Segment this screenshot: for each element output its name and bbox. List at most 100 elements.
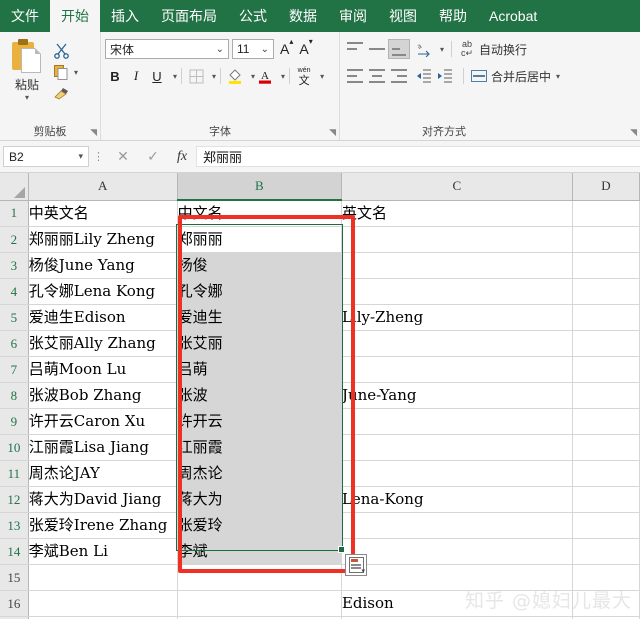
row-header-3[interactable]: 3: [0, 252, 29, 279]
column-header-d[interactable]: D: [572, 173, 640, 201]
cell-D7[interactable]: [572, 356, 640, 383]
phonetic-dropdown-caret-icon[interactable]: ▾: [320, 72, 324, 81]
formula-input[interactable]: 郑丽丽: [196, 146, 640, 167]
cell-C16[interactable]: Edison: [341, 590, 573, 617]
ribbon-tab-8[interactable]: 帮助: [428, 0, 478, 32]
cell-D14[interactable]: [572, 538, 640, 565]
row-header-16[interactable]: 16: [0, 590, 29, 617]
underline-button[interactable]: U: [147, 66, 167, 86]
cell-A17[interactable]: [28, 616, 178, 619]
cell-D6[interactable]: [572, 330, 640, 357]
cell-C6[interactable]: [341, 330, 573, 357]
align-center-button[interactable]: [366, 66, 388, 86]
cell-C9[interactable]: [341, 408, 573, 435]
cell-C17[interactable]: [341, 616, 573, 619]
ribbon-tab-3[interactable]: 页面布局: [150, 0, 228, 32]
formula-bar-grip[interactable]: ⋮: [93, 150, 104, 163]
cell-D15[interactable]: [572, 564, 640, 591]
cell-D5[interactable]: [572, 304, 640, 331]
cell-C8[interactable]: June-Yang: [341, 382, 573, 409]
paste-options-button[interactable]: ▾: [345, 554, 367, 576]
chevron-down-icon[interactable]: ⌄: [216, 44, 224, 55]
paste-button[interactable]: 粘贴 ▾: [4, 37, 50, 102]
cell-A14[interactable]: 李斌Ben Li: [28, 538, 178, 565]
row-header-17[interactable]: 17: [0, 616, 29, 619]
cell-B9[interactable]: 许开云: [177, 408, 342, 435]
cell-B6[interactable]: 张艾丽: [177, 330, 342, 357]
spreadsheet-grid[interactable]: ABCD 1 中英文名 中文名 英文名 2 郑丽丽Lily Zheng 郑丽丽 3 杨俊June…: [0, 173, 640, 619]
cut-button[interactable]: [50, 39, 94, 61]
orientation-dropdown-caret-icon[interactable]: ▾: [440, 45, 444, 54]
cell-D10[interactable]: [572, 434, 640, 461]
font-name-combobox[interactable]: 宋体 ⌄: [105, 39, 229, 59]
cell-B17[interactable]: [177, 616, 342, 619]
cancel-entry-button[interactable]: ✕: [108, 148, 138, 165]
font-dialog-launcher-icon[interactable]: ◥: [329, 127, 336, 138]
cell-A6[interactable]: 张艾丽Ally Zhang: [28, 330, 178, 357]
cell-A8[interactable]: 张波Bob Zhang: [28, 382, 178, 409]
increase-indent-button[interactable]: [435, 66, 455, 86]
cell-B12[interactable]: 蒋大为: [177, 486, 342, 513]
ribbon-tab-1[interactable]: 开始: [50, 0, 100, 32]
confirm-entry-button[interactable]: ✓: [138, 148, 168, 165]
cell-C12[interactable]: Lena-Kong: [341, 486, 573, 513]
cell-B11[interactable]: 周杰论: [177, 460, 342, 487]
ribbon-tab-4[interactable]: 公式: [228, 0, 278, 32]
cell-C7[interactable]: [341, 356, 573, 383]
align-middle-button[interactable]: [366, 39, 388, 59]
row-header-5[interactable]: 5: [0, 304, 29, 331]
cell-A7[interactable]: 吕萌Moon Lu: [28, 356, 178, 383]
column-header-b[interactable]: B: [177, 173, 342, 201]
font-size-combobox[interactable]: 11 ⌄: [232, 39, 274, 59]
ribbon-tab-5[interactable]: 数据: [278, 0, 328, 32]
orientation-button[interactable]: a: [414, 39, 434, 59]
cell-D3[interactable]: [572, 252, 640, 279]
merge-dropdown-caret-icon[interactable]: ▾: [556, 72, 560, 81]
alignment-dialog-launcher-icon[interactable]: ◥: [630, 127, 637, 138]
clipboard-dialog-launcher-icon[interactable]: ◥: [90, 127, 97, 138]
bold-button[interactable]: B: [105, 66, 125, 86]
borders-button[interactable]: [186, 66, 206, 86]
cell-B13[interactable]: 张爱玲: [177, 512, 342, 539]
align-right-button[interactable]: [388, 66, 410, 86]
cell-D13[interactable]: [572, 512, 640, 539]
font-color-button[interactable]: A: [255, 66, 275, 86]
underline-dropdown-caret-icon[interactable]: ▾: [173, 72, 177, 81]
ribbon-tab-6[interactable]: 审阅: [328, 0, 378, 32]
row-header-11[interactable]: 11: [0, 460, 29, 487]
format-painter-button[interactable]: [50, 83, 94, 105]
cell-C5[interactable]: Lily-Zheng: [341, 304, 573, 331]
row-header-9[interactable]: 9: [0, 408, 29, 435]
italic-button[interactable]: I: [126, 66, 146, 86]
cell-A10[interactable]: 江丽霞Lisa Jiang: [28, 434, 178, 461]
align-left-button[interactable]: [344, 66, 366, 86]
paste-dropdown-caret-icon[interactable]: ▾: [25, 94, 29, 102]
cell-D2[interactable]: [572, 226, 640, 253]
row-header-6[interactable]: 6: [0, 330, 29, 357]
cell-B1[interactable]: 中文名: [177, 200, 342, 227]
copy-button[interactable]: ▾: [50, 61, 94, 83]
row-header-1[interactable]: 1: [0, 200, 29, 227]
align-top-button[interactable]: [344, 39, 366, 59]
decrease-indent-button[interactable]: [414, 66, 434, 86]
cell-A15[interactable]: [28, 564, 178, 591]
row-header-13[interactable]: 13: [0, 512, 29, 539]
cell-B15[interactable]: [177, 564, 342, 591]
ribbon-tab-2[interactable]: 插入: [100, 0, 150, 32]
row-header-8[interactable]: 8: [0, 382, 29, 409]
cell-C15[interactable]: [341, 564, 573, 591]
merge-center-button[interactable]: 合并后居中 ▾: [471, 64, 560, 88]
cell-C10[interactable]: [341, 434, 573, 461]
cell-B14[interactable]: 李斌: [177, 538, 342, 565]
cell-B16[interactable]: [177, 590, 342, 617]
ribbon-tab-9[interactable]: Acrobat: [478, 0, 548, 32]
cell-A3[interactable]: 杨俊June Yang: [28, 252, 178, 279]
cell-B7[interactable]: 吕萌: [177, 356, 342, 383]
cell-A5[interactable]: 爱迪生Edison: [28, 304, 178, 331]
align-bottom-button[interactable]: [388, 39, 410, 59]
cell-D17[interactable]: [572, 616, 640, 619]
cell-C11[interactable]: [341, 460, 573, 487]
decrease-font-size-button[interactable]: A▾: [299, 37, 312, 57]
cell-C13[interactable]: [341, 512, 573, 539]
cell-D12[interactable]: [572, 486, 640, 513]
